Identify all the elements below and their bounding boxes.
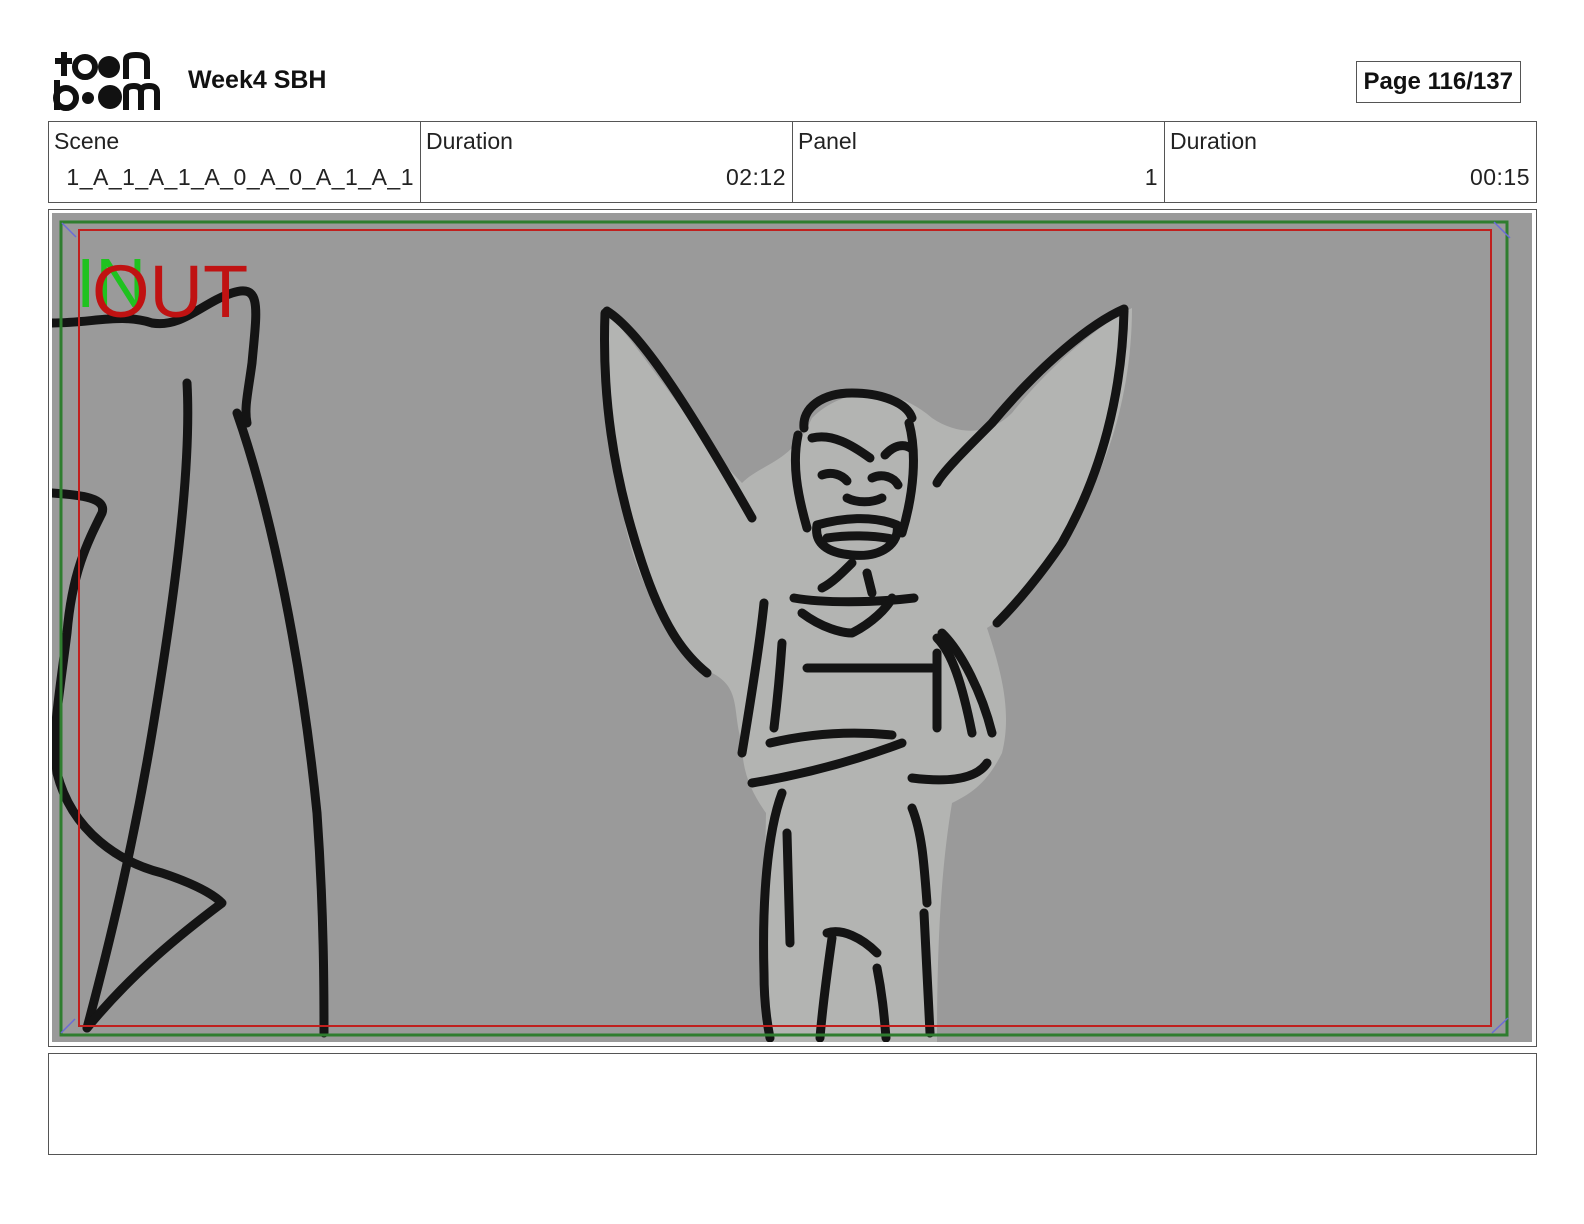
panel-duration-value: 00:15	[1469, 164, 1530, 190]
toon-boom-logo-icon	[53, 51, 160, 111]
scene-value: 1_A_1_A_1_A_0_A_0_A_1_A_1	[66, 164, 414, 190]
project-title: Week4 SBH	[188, 66, 327, 94]
panel-duration-cell: Duration 00:15	[1165, 122, 1536, 202]
panel-drawing: IN OUT	[52, 213, 1532, 1042]
page-header: Week4 SBH Page 116/137	[0, 0, 1584, 120]
scene-duration-value: 02:12	[725, 164, 786, 190]
panel-cell: Panel 1	[793, 122, 1165, 202]
storyboard-panel: IN OUT	[48, 209, 1537, 1047]
page-indicator: Page 116/137	[1355, 61, 1521, 103]
scene-duration-cell: Duration 02:12	[421, 122, 793, 202]
panel-duration-label: Duration	[1170, 128, 1257, 154]
panel-value: 1	[1144, 164, 1158, 190]
panel-notes-box	[48, 1053, 1537, 1155]
out-marker: OUT	[92, 250, 248, 333]
scene-label: Scene	[54, 128, 120, 154]
scene-cell: Scene 1_A_1_A_1_A_0_A_0_A_1_A_1	[49, 122, 421, 202]
scene-info-table: Scene 1_A_1_A_1_A_0_A_0_A_1_A_1 Duration…	[48, 121, 1537, 203]
scene-duration-label: Duration	[426, 128, 513, 154]
panel-label: Panel	[798, 128, 857, 154]
